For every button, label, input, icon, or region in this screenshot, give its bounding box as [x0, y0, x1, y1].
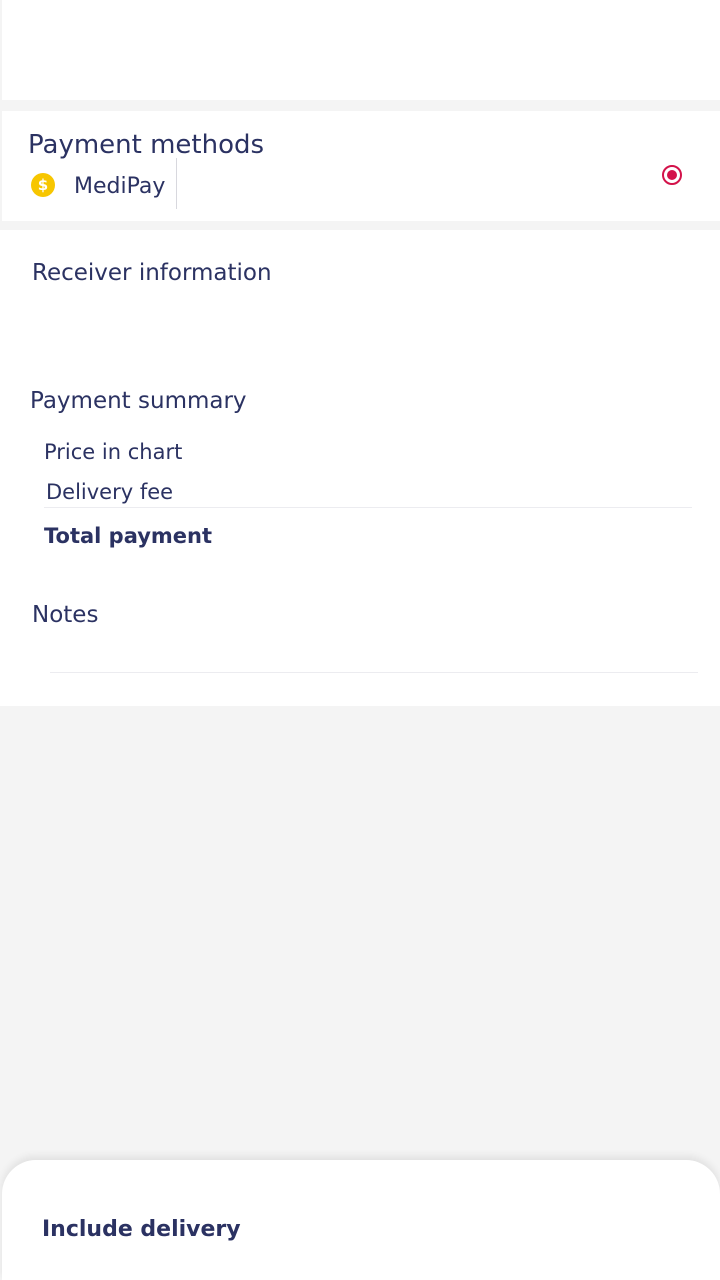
payment-methods-title: Payment methods: [28, 130, 265, 160]
top-card: [2, 0, 720, 100]
payment-method-medipay[interactable]: MediPay: [74, 171, 165, 203]
radio-dot-icon: [667, 170, 677, 180]
dollar-coin-icon: $: [31, 173, 55, 197]
bottom-sheet: Include delivery: [2, 1160, 720, 1280]
payment-methods-card: Payment methods $ MediPay: [2, 111, 720, 221]
payment-summary-title: Payment summary: [30, 388, 247, 414]
order-details-card: Receiver information Payment summary Pri…: [0, 230, 720, 706]
include-delivery-label[interactable]: Include delivery: [42, 1215, 241, 1245]
receiver-information-title: Receiver information: [32, 260, 272, 286]
payment-method-radio[interactable]: [662, 165, 682, 185]
method-divider: [176, 158, 177, 209]
total-payment-label: Total payment: [44, 524, 213, 548]
summary-divider: [44, 507, 692, 508]
price-in-chart-label: Price in chart: [44, 440, 183, 464]
delivery-fee-label: Delivery fee: [46, 480, 174, 504]
notes-title: Notes: [32, 602, 99, 628]
notes-input-underline[interactable]: [50, 672, 698, 673]
